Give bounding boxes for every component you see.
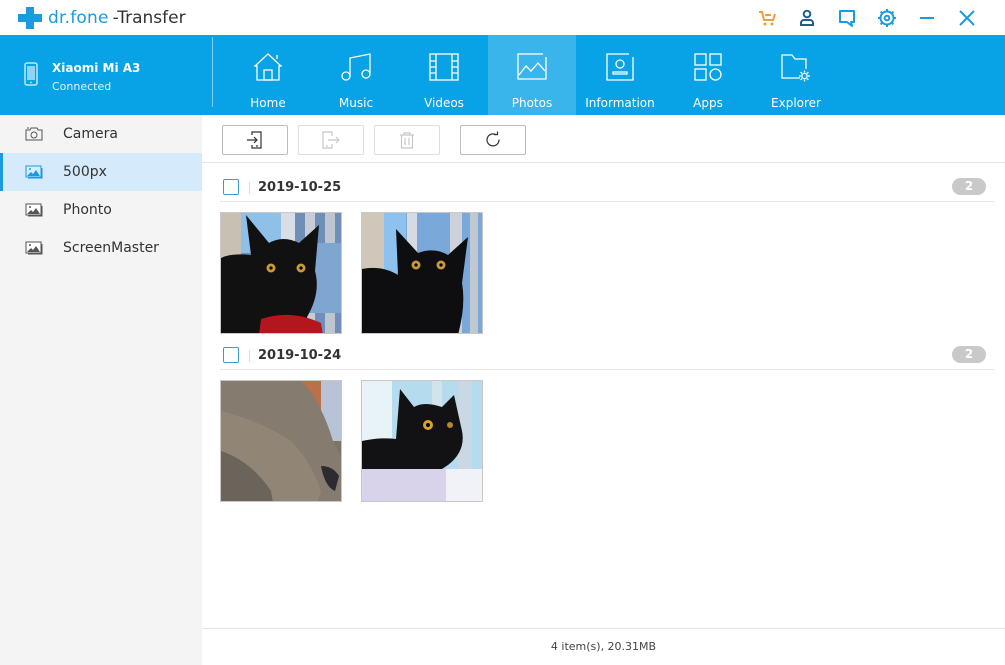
nav-home[interactable]: Home: [224, 35, 312, 115]
device-status: Connected: [52, 80, 112, 93]
group-date: 2019-10-24: [258, 348, 342, 363]
group-select-checkbox[interactable]: [223, 347, 239, 363]
photo-group: 2019-10-24 2: [220, 344, 994, 502]
nav-music[interactable]: Music: [312, 35, 400, 115]
nav-label: Home: [250, 96, 286, 110]
photo-thumbnail[interactable]: [220, 212, 342, 334]
sidebar-label: Phonto: [63, 202, 112, 218]
sidebar-label: ScreenMaster: [63, 240, 159, 256]
export-icon: [322, 131, 340, 149]
feedback-button[interactable]: [827, 6, 867, 30]
photo-thumbnail[interactable]: [220, 380, 342, 502]
title-bar: dr.fone -Transfer: [0, 0, 1005, 35]
group-separator: [249, 182, 250, 194]
logo-product: -Transfer: [112, 8, 186, 28]
window-controls: [747, 6, 987, 30]
photo-image: [362, 381, 482, 501]
camera-icon: [25, 127, 43, 141]
nav-explorer[interactable]: Explorer: [752, 35, 840, 115]
group-header: 2019-10-25 2: [220, 176, 994, 202]
refresh-button[interactable]: [460, 125, 526, 155]
photo-thumbnail[interactable]: [361, 380, 483, 502]
group-select-checkbox[interactable]: [223, 179, 239, 195]
sidebar-label: Camera: [63, 126, 118, 142]
nav-videos[interactable]: Videos: [400, 35, 488, 115]
apps-icon: [694, 53, 722, 81]
nav-label: Music: [338, 96, 374, 110]
nav-label: Information: [585, 96, 655, 110]
group-separator: [249, 350, 250, 362]
cart-icon: [759, 11, 776, 26]
thumbnail-grid: [220, 202, 994, 334]
photo-image: [221, 213, 341, 333]
account-button[interactable]: [787, 6, 827, 30]
group-count-badge: 2: [952, 178, 986, 195]
toolbar: [202, 115, 1005, 163]
main-content: 2019-10-25 2 2019-10-24 2 4 item(s), 20.…: [202, 115, 1005, 665]
home-icon: [254, 53, 282, 81]
nav-label: Photos: [511, 96, 553, 110]
photo-thumbnail[interactable]: [361, 212, 483, 334]
header-divider: [212, 37, 213, 107]
sidebar-item-phonto[interactable]: Phonto: [0, 191, 202, 229]
album-icon: [25, 241, 43, 255]
nav-photos[interactable]: Photos: [488, 35, 576, 115]
trash-icon: [400, 132, 414, 149]
device-info: Xiaomi Mi A3 Connected: [0, 35, 213, 115]
refresh-icon: [486, 131, 500, 147]
settings-icon: [878, 9, 896, 27]
nav-apps[interactable]: Apps: [664, 35, 752, 115]
phone-icon: [24, 62, 38, 86]
information-icon: [606, 53, 634, 81]
status-summary: 4 item(s), 20.31MB: [550, 640, 657, 653]
sidebar: Camera 500px Phonto ScreenMaster: [0, 115, 202, 665]
device-name: Xiaomi Mi A3: [52, 61, 141, 75]
videos-icon: [429, 53, 459, 81]
status-bar: 4 item(s), 20.31MB: [202, 628, 1005, 665]
sidebar-item-screenmaster[interactable]: ScreenMaster: [0, 229, 202, 267]
nav-label: Apps: [693, 96, 723, 110]
close-button[interactable]: [947, 6, 987, 30]
delete-button[interactable]: [374, 125, 440, 155]
nav-label: Videos: [424, 96, 464, 110]
photos-icon: [517, 53, 547, 80]
minimize-button[interactable]: [907, 6, 947, 30]
photo-image: [221, 381, 341, 501]
sidebar-item-500px[interactable]: 500px: [0, 153, 202, 191]
sidebar-label: 500px: [63, 164, 107, 180]
logo-brand: dr.fone: [48, 8, 109, 28]
main-nav: Home Music Videos Photos Information App…: [224, 35, 840, 115]
sidebar-item-camera[interactable]: Camera: [0, 115, 202, 153]
minimize-icon: [920, 17, 934, 19]
music-icon: [341, 53, 371, 81]
feedback-icon: [839, 10, 855, 27]
group-date: 2019-10-25: [258, 180, 342, 195]
photo-group: 2019-10-25 2: [220, 176, 994, 334]
header-bar: Xiaomi Mi A3 Connected Home Music Videos…: [0, 35, 1005, 115]
cart-button[interactable]: [747, 6, 787, 30]
import-icon: [247, 131, 262, 149]
settings-button[interactable]: [867, 6, 907, 30]
album-icon: [25, 165, 43, 179]
photo-image: [362, 213, 482, 333]
user-icon: [800, 9, 814, 26]
export-button[interactable]: [298, 125, 364, 155]
nav-information[interactable]: Information: [576, 35, 664, 115]
explorer-icon: [781, 54, 810, 82]
group-header: 2019-10-24 2: [220, 344, 994, 370]
import-button[interactable]: [222, 125, 288, 155]
close-icon: [959, 10, 975, 26]
album-icon: [25, 203, 43, 217]
group-count-badge: 2: [952, 346, 986, 363]
thumbnail-grid: [220, 370, 994, 502]
app-logo: dr.fone -Transfer: [18, 7, 186, 29]
logo-plus-icon: [18, 7, 42, 29]
nav-label: Explorer: [771, 96, 821, 110]
